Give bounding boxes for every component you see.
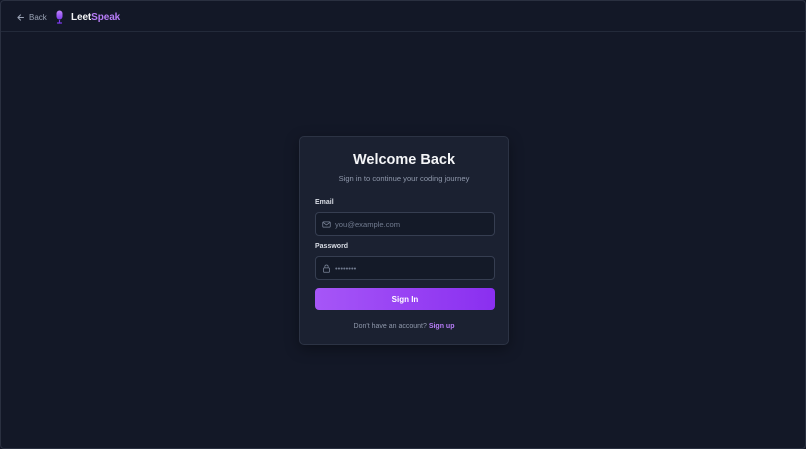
email-label: Email <box>315 199 334 206</box>
page-subtitle: Sign in to continue your coding journey <box>338 174 470 183</box>
password-field[interactable] <box>315 256 495 280</box>
brand-logo[interactable]: LeetSpeak <box>55 9 120 25</box>
email-input[interactable] <box>335 219 485 229</box>
brand-name: LeetSpeak <box>71 12 120 23</box>
brand-name-part1: Leet <box>71 11 92 23</box>
email-field[interactable] <box>315 212 495 236</box>
password-input[interactable] <box>335 263 485 273</box>
sign-up-link[interactable]: Sign up <box>429 323 455 330</box>
back-label: Back <box>29 12 47 22</box>
signup-prompt-text: Don't have an account? <box>353 323 427 330</box>
login-card: Welcome Back Sign in to continue your co… <box>299 136 509 345</box>
sign-in-button[interactable]: Sign In <box>315 288 495 310</box>
app-window: Back LeetSpeak Welcome Back Sign in to c… <box>0 0 806 449</box>
signup-prompt: Don't have an account? Sign up <box>300 323 508 330</box>
back-button[interactable]: Back <box>16 10 47 24</box>
arrow-left-icon <box>17 13 25 21</box>
page-title: Welcome Back <box>352 152 456 168</box>
brand-name-part2: Speak <box>91 11 121 23</box>
microphone-icon <box>56 10 63 24</box>
mail-icon <box>322 221 331 227</box>
password-label: Password <box>315 243 349 250</box>
lock-icon <box>323 264 330 273</box>
top-navbar: Back LeetSpeak <box>1 1 806 32</box>
